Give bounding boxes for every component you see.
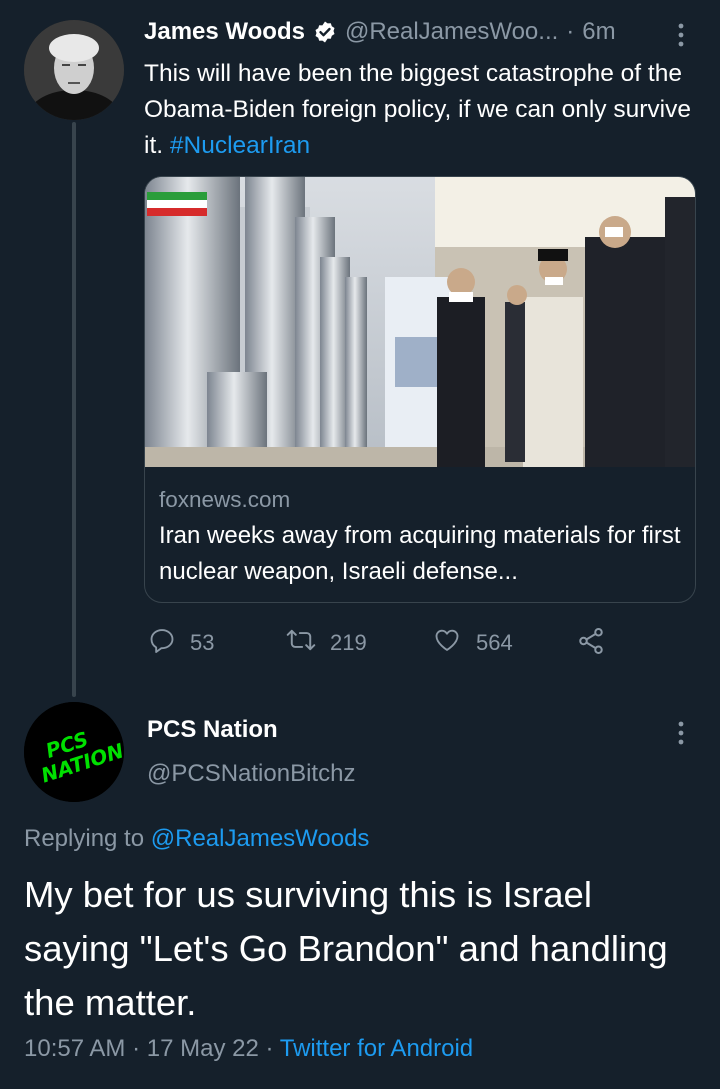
like-icon	[432, 626, 462, 660]
retweet-button[interactable]: 219	[286, 626, 367, 660]
reply-author-handle[interactable]: @PCSNationBitchz	[147, 760, 355, 788]
share-icon[interactable]	[576, 626, 606, 661]
like-count: 564	[476, 630, 513, 655]
link-preview-card[interactable]: foxnews.com Iran weeks away from acquiri…	[144, 176, 696, 603]
tweet-time[interactable]: 10:57 AM	[24, 1035, 125, 1062]
card-domain: foxnews.com	[159, 487, 291, 512]
reply-author-name[interactable]: PCS Nation	[147, 716, 278, 744]
replying-prefix: Replying to	[24, 825, 145, 852]
retweet-icon	[286, 626, 316, 660]
replying-to-line: Replying to @RealJamesWoods	[24, 825, 369, 853]
card-image	[145, 177, 695, 467]
tweet-meta: 10:57 AM · 17 May 22 · Twitter for Andro…	[24, 1035, 473, 1063]
author-handle[interactable]: @RealJamesWoo...	[345, 18, 558, 46]
card-title: Iran weeks away from acquiring materials…	[159, 522, 681, 585]
more-vertical-icon[interactable]	[674, 720, 688, 751]
reply-icon	[148, 626, 176, 660]
avatar-logo: PCS NATION	[24, 702, 124, 802]
thread-connector-line	[72, 122, 76, 697]
more-vertical-icon[interactable]	[674, 22, 688, 53]
avatar-james-woods[interactable]	[24, 20, 124, 120]
avatar-photo	[24, 20, 124, 120]
hashtag-link[interactable]: #NuclearIran	[170, 132, 310, 159]
separator-dot: ·	[132, 1035, 141, 1062]
reply-count: 53	[190, 630, 215, 655]
replying-to-mention[interactable]: @RealJamesWoods	[151, 825, 370, 852]
tweet-date[interactable]: 17 May 22	[147, 1035, 259, 1062]
verified-badge-icon	[313, 20, 337, 44]
client-link[interactable]: Twitter for Android	[280, 1035, 473, 1062]
reply-button[interactable]: 53	[148, 626, 214, 660]
tweet-time[interactable]: 6m	[582, 18, 615, 46]
reply-tweet-text: My bet for us surviving this is Israel s…	[24, 874, 668, 1023]
tweet-text: This will have been the biggest catastro…	[144, 56, 694, 164]
author-name[interactable]: James Woods	[144, 18, 305, 46]
retweet-count: 219	[330, 630, 367, 655]
tweet-header: James Woods @RealJamesWoo... · 6m	[144, 18, 616, 46]
separator-dot: ·	[265, 1035, 274, 1062]
avatar-pcs-nation[interactable]: PCS NATION	[24, 702, 124, 802]
separator-dot: ·	[566, 18, 575, 45]
like-button[interactable]: 564	[432, 626, 513, 660]
